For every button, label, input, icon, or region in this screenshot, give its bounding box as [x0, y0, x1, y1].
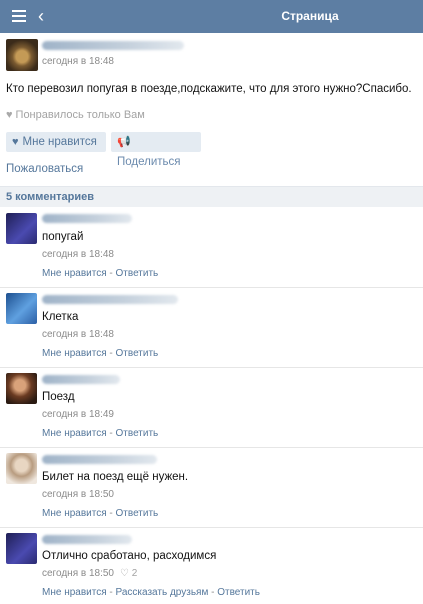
comment-item: попугай сегодня в 18:48 Мне нравится - О… — [0, 207, 423, 287]
comment-time-row: сегодня в 18:50 ♡ 2 — [42, 568, 137, 579]
comment-like-link[interactable]: Мне нравится — [42, 587, 107, 598]
comment-item: Клетка сегодня в 18:48 Мне нравится - От… — [0, 287, 423, 367]
avatar[interactable] — [6, 293, 37, 324]
heart-icon: ♥ — [12, 136, 19, 148]
comment-reply-link[interactable]: Ответить — [116, 268, 159, 279]
comment-time: сегодня в 18:48 — [42, 249, 114, 260]
comment-text: Билет на поезд ещё нужен. — [42, 471, 189, 483]
report-link[interactable]: Пожаловаться — [6, 163, 83, 175]
comment-time: сегодня в 18:50 — [42, 489, 114, 500]
separator: - — [208, 587, 218, 598]
post-text: Кто перевозил попугая в поезде,подскажит… — [6, 83, 412, 95]
top-bar: ‹ Страница — [0, 0, 423, 33]
menu-icon[interactable] — [12, 10, 26, 22]
commenter-name-blurred[interactable] — [42, 295, 178, 304]
avatar[interactable] — [6, 373, 37, 404]
comment-reply-link[interactable]: Ответить — [116, 508, 159, 519]
share-button[interactable]: 📢 Поделиться — [111, 132, 201, 168]
comment-time: сегодня в 18:48 — [42, 329, 114, 340]
separator: - — [106, 508, 116, 519]
post-time: сегодня в 18:48 — [42, 56, 114, 67]
author-name-blurred[interactable] — [42, 41, 184, 50]
comment-item: Билет на поезд ещё нужен. сегодня в 18:5… — [0, 447, 423, 527]
separator: - — [106, 268, 116, 279]
comment-reply-link[interactable]: Ответить — [116, 428, 159, 439]
commenter-name-blurred[interactable] — [42, 535, 132, 544]
like-button[interactable]: ♥ Мне нравится — [6, 132, 106, 152]
commenter-name-blurred[interactable] — [42, 375, 120, 384]
comment-actions: Мне нравится - Ответить — [42, 268, 158, 279]
comment-text: попугай — [42, 231, 84, 243]
heart-icon: ♥ — [6, 109, 13, 121]
share-button-label: Поделиться — [117, 156, 181, 168]
liked-status: ♥ Понравилось только Вам — [6, 109, 145, 121]
comment-item: Поезд сегодня в 18:49 Мне нравится - Отв… — [0, 367, 423, 447]
comment-item: Отлично сработано, расходимся сегодня в … — [0, 527, 423, 604]
back-icon[interactable]: ‹ — [38, 6, 44, 26]
comment-text: Поезд — [42, 391, 75, 403]
comment-like-link[interactable]: Мне нравится — [42, 508, 107, 519]
comments-header: 5 комментариев — [0, 186, 423, 207]
heart-icon: ♡ — [120, 568, 129, 579]
comment-like-link[interactable]: Мне нравится — [42, 268, 107, 279]
megaphone-icon: 📢 — [117, 136, 131, 148]
separator: - — [106, 428, 116, 439]
comment-time: сегодня в 18:50 — [42, 568, 114, 579]
commenter-name-blurred[interactable] — [42, 455, 157, 464]
comment-like-link[interactable]: Мне нравится — [42, 428, 107, 439]
comment-actions: Мне нравится - Рассказать друзьям - Отве… — [42, 587, 260, 598]
comment-text: Отлично сработано, расходимся — [42, 550, 217, 562]
avatar[interactable] — [6, 213, 37, 244]
avatar[interactable] — [6, 533, 37, 564]
commenter-name-blurred[interactable] — [42, 214, 132, 223]
avatar[interactable] — [6, 453, 37, 484]
separator: - — [106, 348, 116, 359]
comment-time: сегодня в 18:49 — [42, 409, 114, 420]
like-button-label: Мне нравится — [22, 136, 97, 148]
tell-friends-link[interactable]: Рассказать друзьям — [116, 587, 209, 598]
comment-reply-link[interactable]: Ответить — [217, 587, 260, 598]
comment-actions: Мне нравится - Ответить — [42, 508, 158, 519]
separator: - — [106, 587, 116, 598]
comment-text: Клетка — [42, 311, 79, 323]
comment-actions: Мне нравится - Ответить — [42, 348, 158, 359]
liked-status-label: Понравилось только Вам — [15, 109, 145, 121]
likes-count: 2 — [131, 568, 138, 579]
comment-likes[interactable]: ♡ 2 — [120, 568, 137, 579]
comment-actions: Мне нравится - Ответить — [42, 428, 158, 439]
comment-like-link[interactable]: Мне нравится — [42, 348, 107, 359]
page-title: Страница — [281, 9, 339, 23]
comment-reply-link[interactable]: Ответить — [116, 348, 159, 359]
avatar[interactable] — [6, 39, 38, 71]
comments-count: 5 комментариев — [6, 191, 95, 203]
